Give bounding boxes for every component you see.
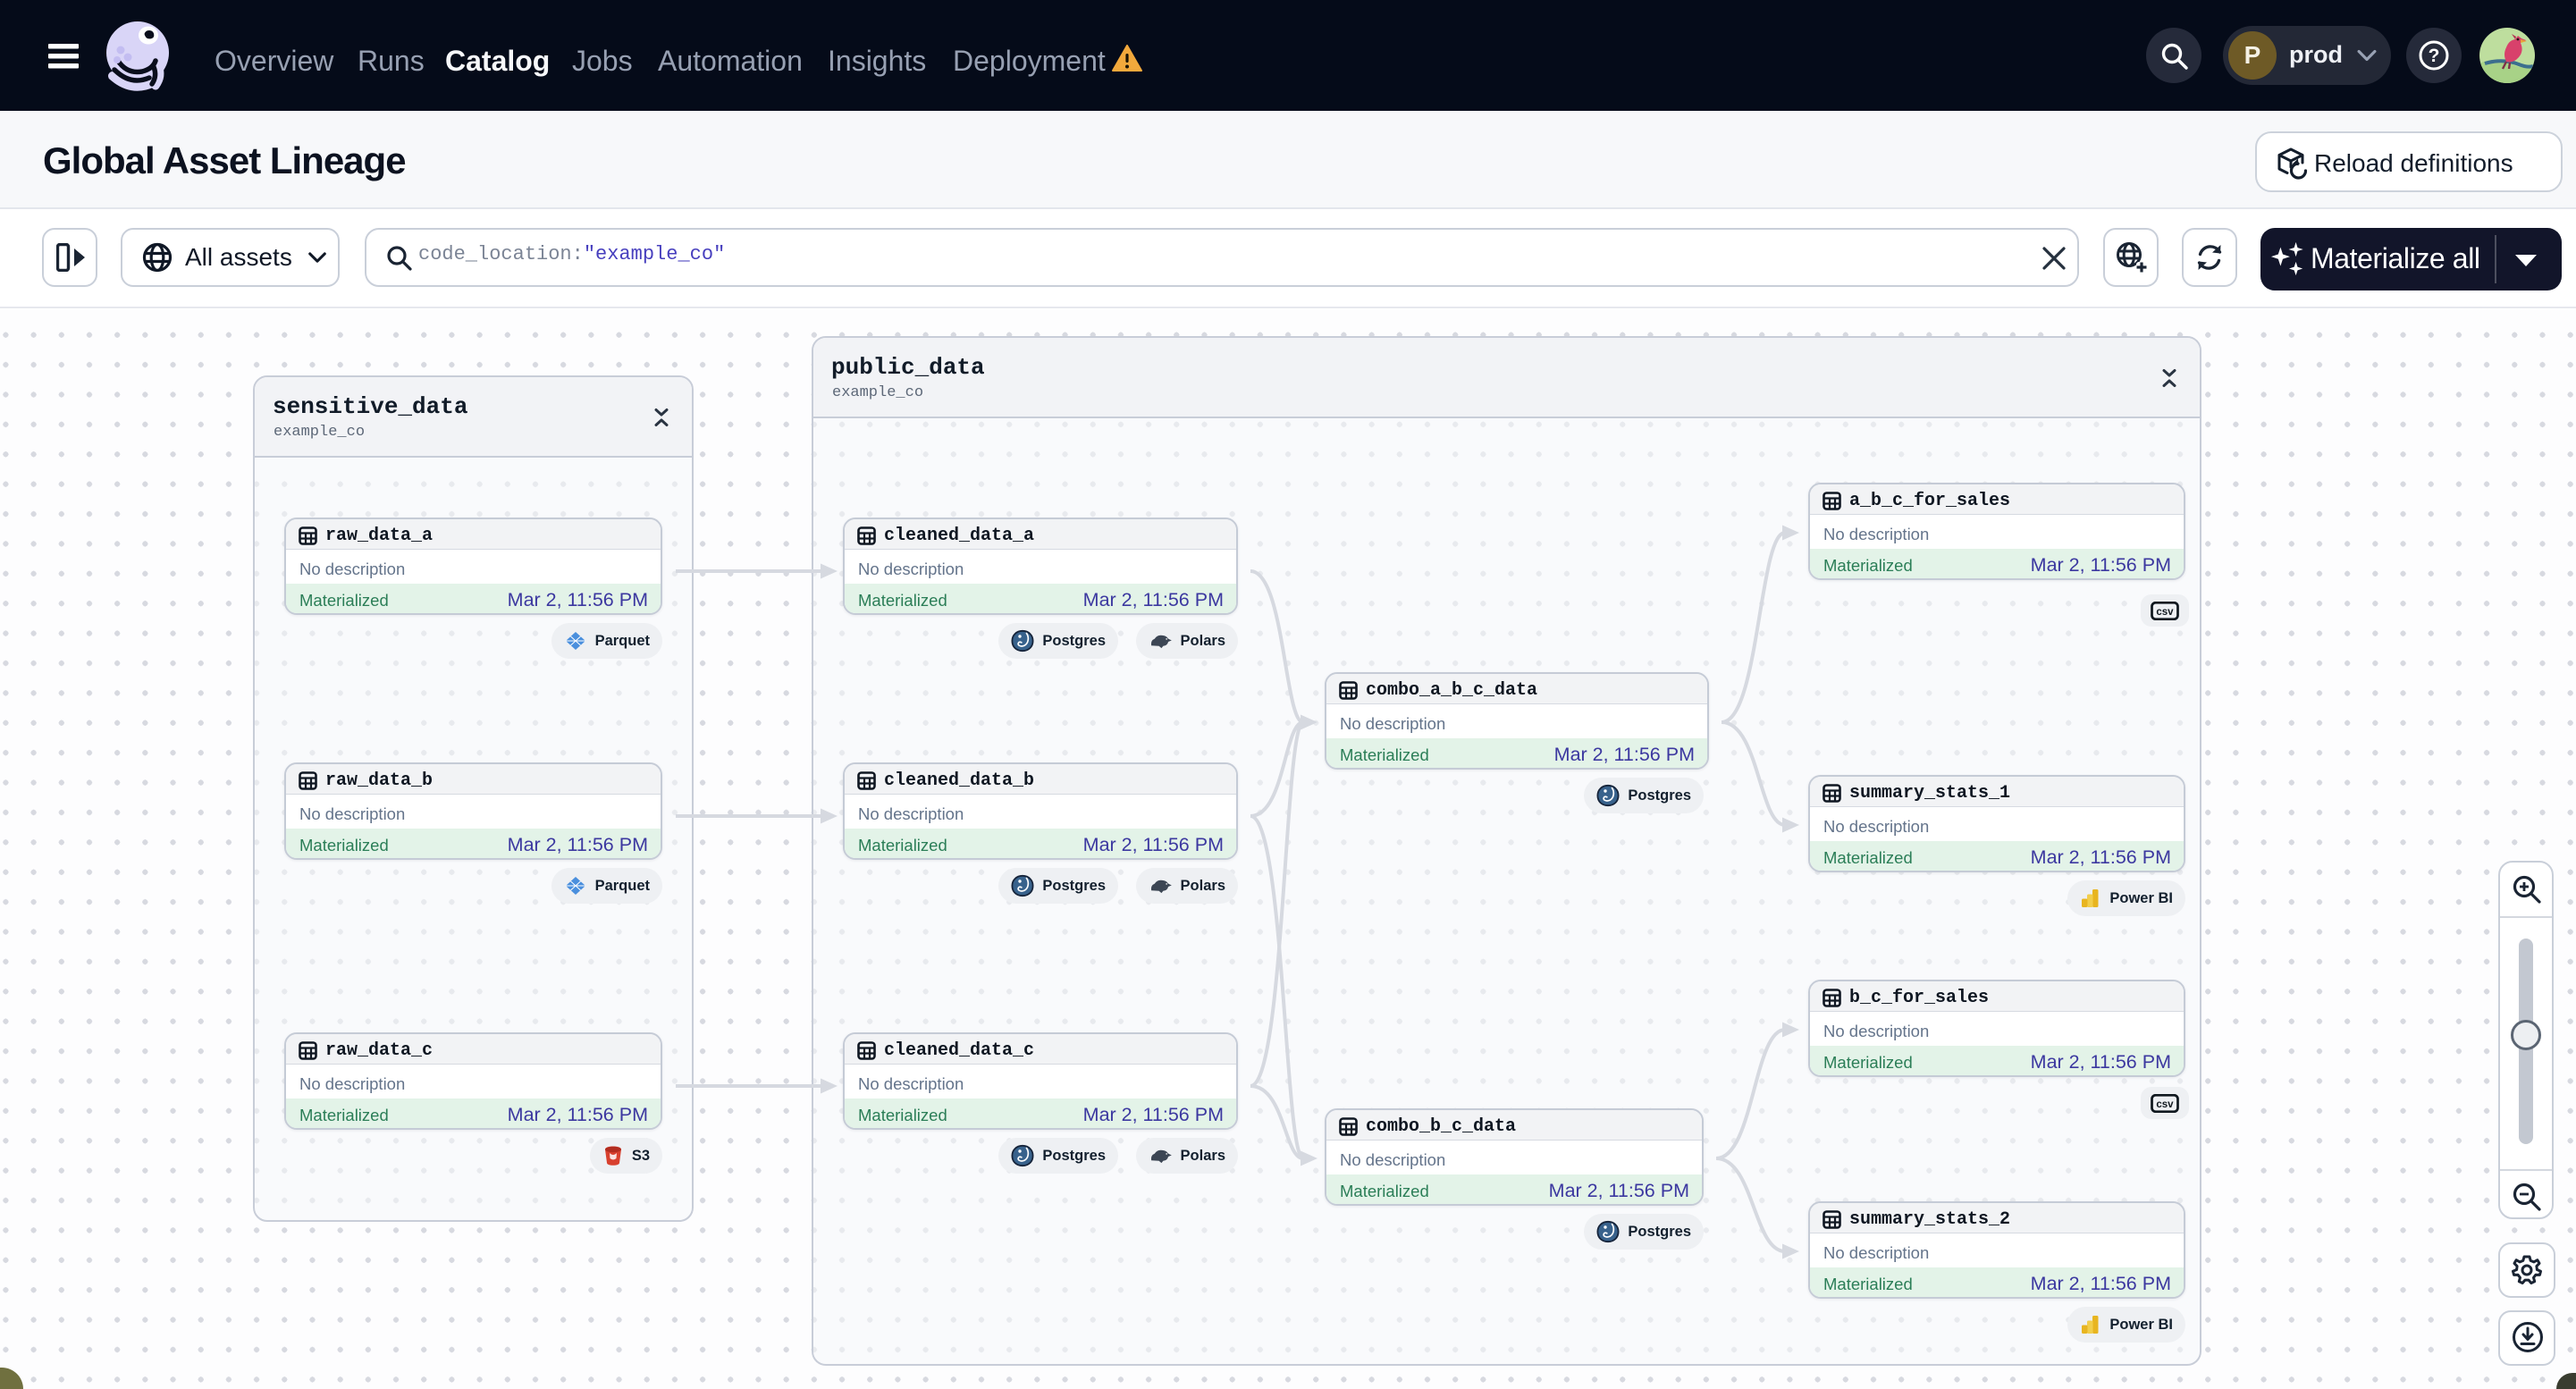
svg-text:?: ? bbox=[2429, 46, 2440, 66]
svg-text:csv: csv bbox=[2156, 607, 2174, 618]
svg-text:csv: csv bbox=[2156, 1099, 2174, 1110]
